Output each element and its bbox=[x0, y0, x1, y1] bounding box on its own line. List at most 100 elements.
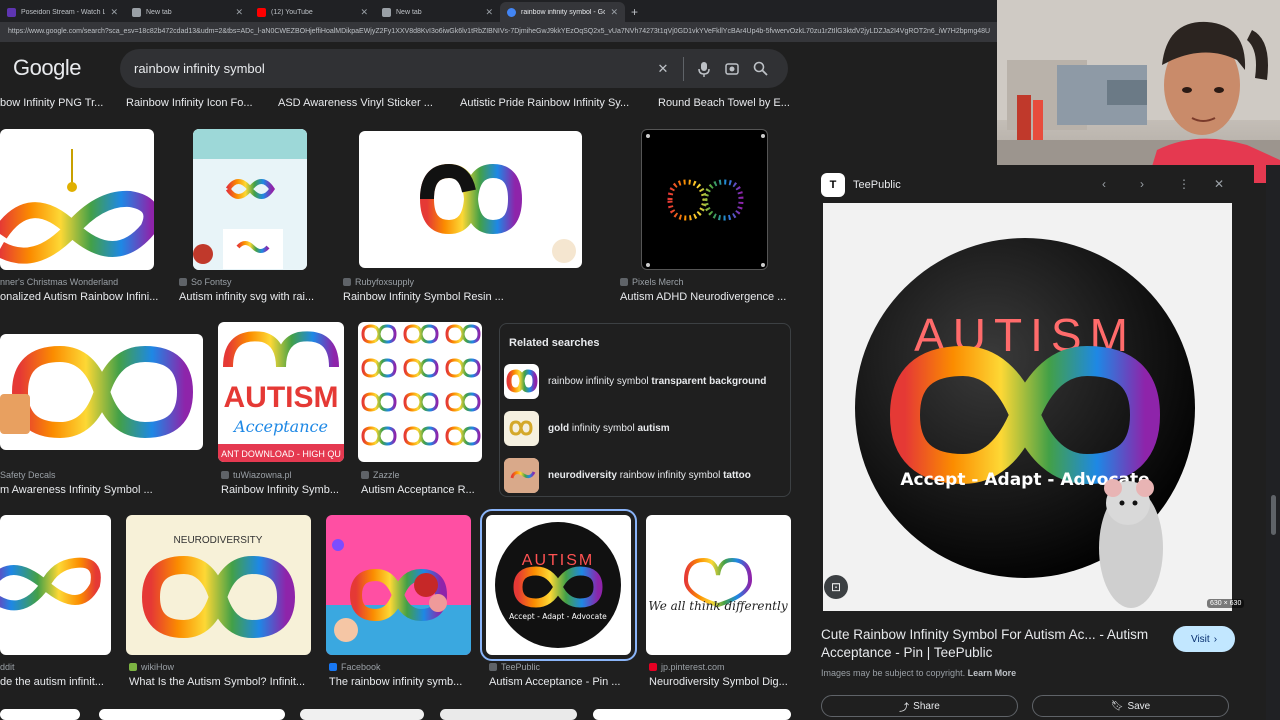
camera-search-icon[interactable] bbox=[718, 55, 746, 83]
result-image[interactable]: We all think differently bbox=[646, 515, 791, 655]
autism-pin-large-image: AUTISM Accept - Adapt - Advocate bbox=[855, 238, 1195, 608]
tab-youtube[interactable]: (12) YouTube ✕ bbox=[250, 2, 375, 22]
result-source: Safety Decals bbox=[0, 470, 56, 480]
svg-text:AUTISM: AUTISM bbox=[224, 381, 339, 414]
share-button[interactable]: ⤴ Share bbox=[821, 695, 1018, 717]
related-searches-panel: Related searches rainbow infinity symbol… bbox=[499, 323, 791, 497]
related-search-item[interactable]: rainbow infinity symbol transparent back… bbox=[504, 363, 790, 399]
result-title[interactable]: Rainbow Infinity Symbol Resin ... bbox=[343, 291, 513, 303]
result-title[interactable]: Autism Acceptance - Pin ... bbox=[489, 676, 629, 688]
tab-google-search[interactable]: rainbow infinity symbol - Google ✕ bbox=[500, 2, 625, 22]
result-title[interactable]: ASD Awareness Vinyl Sticker ... bbox=[278, 97, 433, 109]
infinity-decal-image bbox=[0, 345, 194, 439]
result-image[interactable]: NEURODIVERSITY bbox=[126, 515, 311, 655]
related-search-text: gold infinity symbol autism bbox=[548, 422, 670, 434]
result-title[interactable]: The rainbow infinity symb... bbox=[329, 676, 474, 688]
result-image[interactable] bbox=[0, 129, 154, 270]
search-input[interactable] bbox=[134, 61, 649, 76]
neurodiversity-infinity-image: NEURODIVERSITY bbox=[142, 535, 296, 639]
result-source: jp.pinterest.com bbox=[649, 662, 725, 672]
tab-favicon-icon bbox=[132, 7, 141, 17]
result-source: tuWiazowna.pl bbox=[221, 470, 292, 480]
result-title[interactable]: onalized Autism Rainbow Infini... bbox=[0, 291, 160, 303]
teepublic-icon: T bbox=[821, 173, 845, 197]
result-title[interactable]: Round Beach Towel by E... bbox=[658, 97, 790, 109]
clear-icon[interactable]: ✕ bbox=[649, 55, 677, 83]
chevron-right-icon[interactable]: › bbox=[1140, 177, 1144, 191]
result-image[interactable] bbox=[593, 709, 791, 720]
learn-more-link[interactable]: Learn More bbox=[968, 668, 1017, 678]
preview-image[interactable]: AUTISM Accept - Adapt - Advocate bbox=[823, 203, 1232, 611]
result-title[interactable]: bow Infinity PNG Tr... bbox=[0, 97, 103, 109]
result-image[interactable] bbox=[300, 709, 424, 720]
result-image[interactable]: AUTISM Acceptance ANT DOWNLOAD - HIGH QU bbox=[218, 322, 344, 462]
result-title[interactable]: m Awareness Infinity Symbol ... bbox=[0, 484, 200, 496]
site-favicon-icon bbox=[129, 663, 137, 671]
close-icon[interactable]: ✕ bbox=[360, 7, 368, 18]
result-image[interactable] bbox=[326, 515, 471, 655]
chevron-left-icon[interactable]: ‹ bbox=[1102, 177, 1106, 191]
scrollbar-thumb[interactable] bbox=[1271, 495, 1276, 535]
result-title[interactable]: Rainbow Infinity Symb... bbox=[221, 484, 351, 496]
preview-site-header[interactable]: T TeePublic bbox=[821, 173, 901, 197]
site-favicon-icon bbox=[221, 471, 229, 479]
result-image[interactable] bbox=[99, 709, 285, 720]
result-source: Rubyfoxsupply bbox=[343, 277, 414, 287]
result-title[interactable]: Neurodiversity Symbol Dig... bbox=[649, 676, 794, 688]
result-image[interactable] bbox=[0, 334, 203, 450]
preview-title[interactable]: Cute Rainbow Infinity Symbol For Autism … bbox=[821, 626, 1151, 662]
svg-text:NEURODIVERSITY: NEURODIVERSITY bbox=[174, 535, 263, 546]
related-thumbnail bbox=[504, 457, 539, 493]
close-icon[interactable]: ✕ bbox=[1214, 177, 1224, 191]
result-title[interactable]: Autism infinity svg with rai... bbox=[179, 291, 323, 303]
result-title[interactable]: Autism ADHD Neurodivergence ... bbox=[620, 291, 790, 303]
result-title[interactable]: What Is the Autism Symbol? Infinit... bbox=[129, 676, 314, 688]
search-box[interactable]: ✕ bbox=[120, 49, 788, 88]
result-image[interactable] bbox=[358, 322, 482, 462]
svg-text:Acceptance: Acceptance bbox=[232, 417, 328, 436]
result-source: TeePublic bbox=[489, 662, 540, 672]
result-title[interactable]: de the autism infinit... bbox=[0, 676, 112, 688]
result-image-selected[interactable]: AUTISM Accept - Adapt - Advocate bbox=[480, 509, 637, 661]
close-icon[interactable]: ✕ bbox=[110, 7, 118, 18]
scrollbar[interactable] bbox=[1266, 165, 1280, 720]
preview-site-name: TeePublic bbox=[853, 179, 901, 191]
tab-poseidon[interactable]: Poseidon Stream - Watch Live ✕ bbox=[0, 2, 125, 22]
result-image[interactable] bbox=[0, 515, 111, 655]
close-icon[interactable]: ✕ bbox=[485, 7, 493, 18]
svg-text:We all think differently: We all think differently bbox=[648, 599, 787, 613]
close-icon[interactable]: ✕ bbox=[235, 7, 243, 18]
tab-new-1[interactable]: New tab ✕ bbox=[125, 2, 250, 22]
result-image[interactable] bbox=[641, 129, 768, 270]
search-icon[interactable] bbox=[746, 55, 774, 83]
result-title[interactable]: Rainbow Infinity Icon Fo... bbox=[126, 97, 253, 109]
related-searches-heading: Related searches bbox=[509, 337, 600, 349]
infinity-sticker-image bbox=[326, 539, 471, 655]
close-icon[interactable]: ✕ bbox=[610, 7, 618, 18]
save-button[interactable]: 🔖︎ Save bbox=[1032, 695, 1229, 717]
more-options-icon[interactable]: ⋮ bbox=[1178, 177, 1190, 191]
google-logo[interactable]: Google bbox=[13, 55, 81, 81]
result-image[interactable] bbox=[0, 709, 80, 720]
address-bar[interactable]: https://www.google.com/search?sca_esv=18… bbox=[0, 22, 998, 42]
lens-search-icon[interactable]: ⊡ bbox=[824, 575, 848, 599]
result-image[interactable] bbox=[193, 129, 307, 270]
result-image[interactable] bbox=[440, 709, 577, 720]
tab-title: New tab bbox=[396, 8, 422, 16]
microphone-icon[interactable] bbox=[690, 55, 718, 83]
site-favicon-icon bbox=[343, 278, 351, 286]
result-title[interactable]: Autistic Pride Rainbow Infinity Sy... bbox=[460, 97, 629, 109]
tab-title: (12) YouTube bbox=[271, 8, 313, 16]
tab-title: rainbow infinity symbol - Google bbox=[521, 8, 606, 16]
visit-button[interactable]: Visit › bbox=[1173, 626, 1235, 652]
related-search-item[interactable]: neurodiversity rainbow infinity symbol t… bbox=[504, 457, 790, 493]
related-search-item[interactable]: gold infinity symbol autism bbox=[504, 410, 790, 446]
svg-text:ANT DOWNLOAD - HIGH QU: ANT DOWNLOAD - HIGH QU bbox=[221, 449, 341, 459]
tab-new-2[interactable]: New tab ✕ bbox=[375, 2, 500, 22]
new-tab-button[interactable]: + bbox=[625, 2, 644, 22]
result-image[interactable] bbox=[359, 131, 582, 268]
webcam-overlay bbox=[997, 0, 1280, 183]
autism-pin-image: AUTISM Accept - Adapt - Advocate bbox=[495, 522, 621, 648]
result-title[interactable]: Autism Acceptance R... bbox=[361, 484, 485, 496]
image-dimensions: 630 × 630 bbox=[1207, 599, 1245, 608]
